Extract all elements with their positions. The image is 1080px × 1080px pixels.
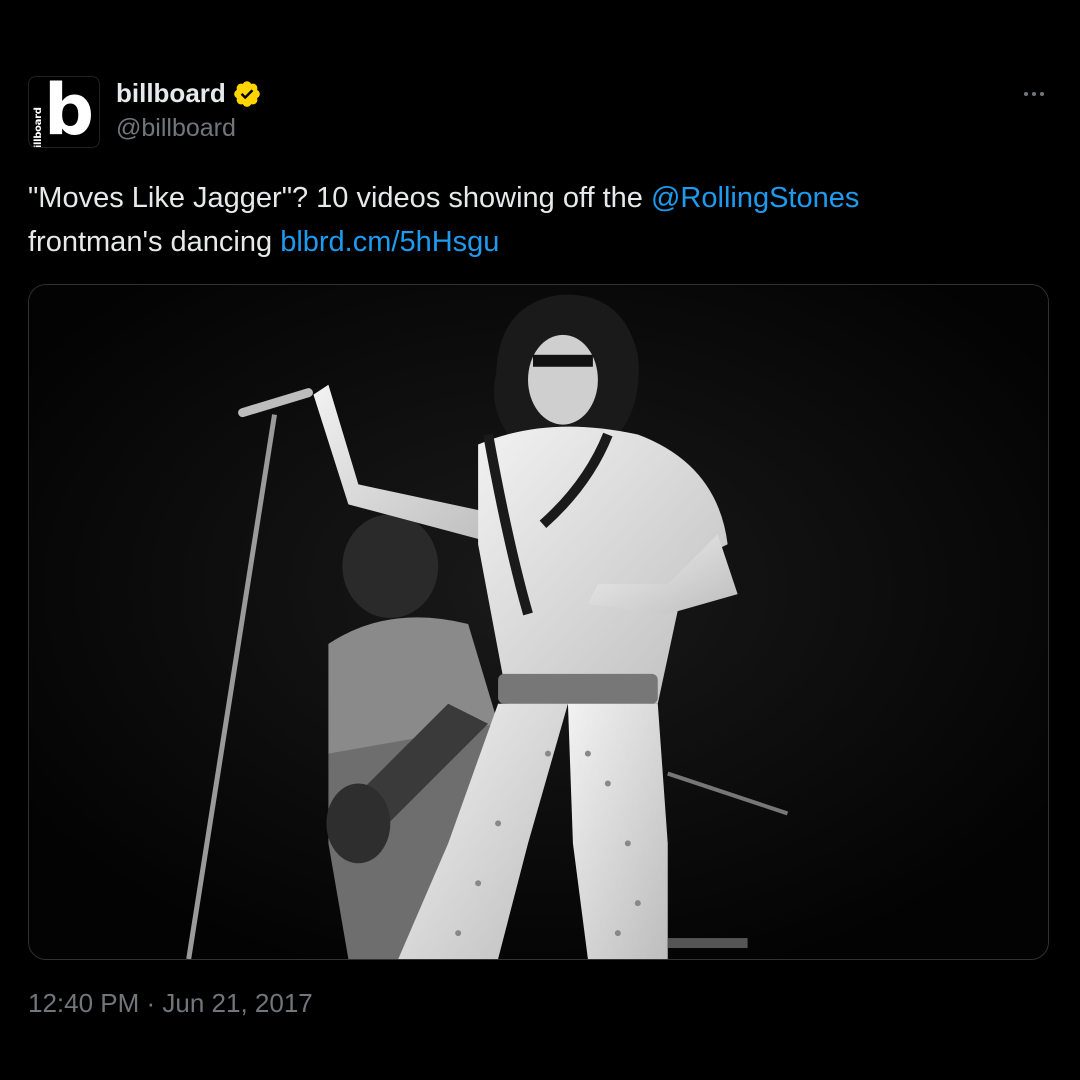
tweet-text-part-1: "Moves Like Jagger"? 10 videos showing o… <box>28 182 651 214</box>
tweet-text-part-2: frontman's dancing <box>28 226 281 258</box>
user-handle[interactable]: @billboard <box>116 114 236 143</box>
tweet-timestamp[interactable]: 12:40 PM · Jun 21, 2017 <box>28 988 313 1019</box>
mention-link[interactable]: @RollingStones <box>651 182 859 214</box>
more-options-icon[interactable] <box>1016 82 1052 106</box>
tweet-text: "Moves Like Jagger"? 10 videos showing o… <box>28 176 1048 264</box>
avatar-letter: b <box>43 76 95 148</box>
avatar-wordmark: billboard <box>33 107 44 148</box>
url-link[interactable]: blbrd.cm/5hHsgu <box>280 226 499 258</box>
author-name-row[interactable]: billboard <box>116 78 262 109</box>
display-name[interactable]: billboard <box>116 78 226 109</box>
concert-photo-icon <box>29 285 1048 959</box>
tweet-photo[interactable] <box>28 284 1049 960</box>
verified-badge-icon <box>233 80 260 107</box>
avatar[interactable]: b billboard <box>28 76 100 148</box>
tweet-card[interactable]: b billboard billboard @billboard "Moves … <box>0 0 1080 1080</box>
